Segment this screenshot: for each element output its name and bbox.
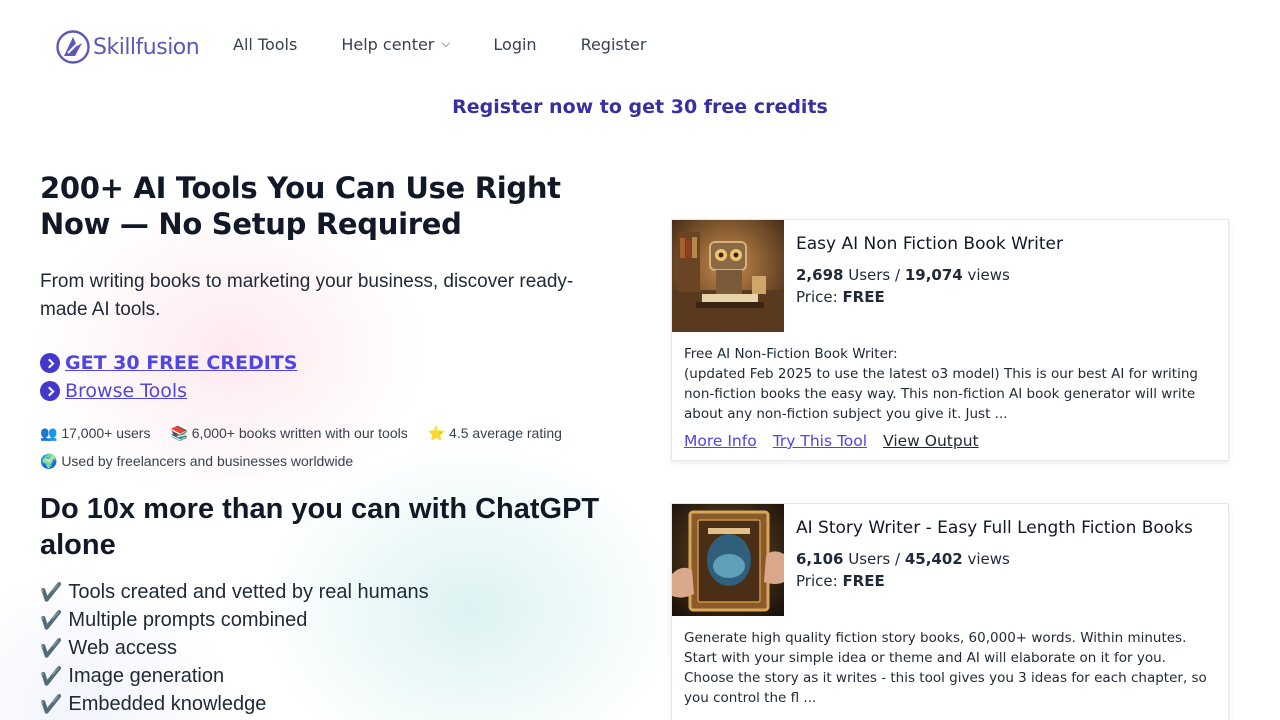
browse-tools-link[interactable]: Browse Tools xyxy=(65,380,187,402)
tool-price-value: FREE xyxy=(842,288,885,306)
nav-login[interactable]: Login xyxy=(493,35,536,54)
feature-item: ✔️ Image generation xyxy=(40,662,620,690)
nav-help-center-label: Help center xyxy=(341,35,435,54)
tool-price: Price: FREE xyxy=(796,572,1193,590)
view-output-link[interactable]: View Output xyxy=(883,432,979,450)
checkmark-icon: ✔️ xyxy=(40,638,63,658)
tool-card-info: AI Story Writer - Easy Full Length Ficti… xyxy=(784,504,1193,616)
logo-text: Skillfusion xyxy=(93,34,200,60)
stat-worldwide: 🌍 Used by freelancers and businesses wor… xyxy=(40,452,354,469)
nav-help-center[interactable]: Help center xyxy=(341,35,451,54)
tool-price-value: FREE xyxy=(842,572,885,590)
tool-card-header: Easy AI Non Fiction Book Writer 2,698 Us… xyxy=(672,220,1228,332)
checkmark-icon: ✔️ xyxy=(40,582,63,602)
nav-all-tools[interactable]: All Tools xyxy=(233,35,297,54)
tool-card: AI Story Writer - Easy Full Length Ficti… xyxy=(671,503,1229,720)
chevron-right-circle-icon xyxy=(40,381,60,401)
feature-item: ✔️ Multiple prompts combined xyxy=(40,606,620,634)
stat-users: 👥 17,000+ users xyxy=(40,424,151,441)
cta-row-browse: Browse Tools xyxy=(40,377,620,405)
stats-block: 👥 17,000+ users 📚 6,000+ books written w… xyxy=(40,419,620,475)
tool-title-link[interactable]: AI Story Writer - Easy Full Length Ficti… xyxy=(796,518,1193,538)
tool-description-line: (updated Feb 2025 to use the latest o3 m… xyxy=(684,366,1198,422)
robot-writer-thumbnail[interactable] xyxy=(672,220,784,332)
feature-text: Multiple prompts combined xyxy=(68,609,308,631)
stat-rating: ⭐ 4.5 average rating xyxy=(427,424,562,441)
checkmark-icon: ✔️ xyxy=(40,666,63,686)
logo-link[interactable]: Skillfusion xyxy=(55,29,200,65)
tool-usage-stats: 2,698 Users / 19,074 views xyxy=(796,266,1063,284)
feature-text: Tools created and vetted by real humans xyxy=(68,581,429,603)
hero-section: 200+ AI Tools You Can Use Right Now — No… xyxy=(40,170,620,718)
tool-users-count: 6,106 xyxy=(796,550,844,568)
checkmark-icon: ✔️ xyxy=(40,694,63,714)
tool-description: Generate high quality fiction story book… xyxy=(672,616,1228,708)
stats-row: 👥 17,000+ users 📚 6,000+ books written w… xyxy=(40,419,620,447)
feature-list: ✔️ Tools created and vetted by real human… xyxy=(40,578,620,718)
tool-title-link[interactable]: Easy AI Non Fiction Book Writer xyxy=(796,234,1063,254)
chevron-down-icon xyxy=(442,38,451,48)
feature-text: Image generation xyxy=(68,665,225,687)
site-header: Skillfusion All Tools Help center Login … xyxy=(0,0,1280,92)
register-banner-link[interactable]: Register now to get 30 free credits xyxy=(0,96,1280,118)
storybook-thumbnail[interactable] xyxy=(672,504,784,616)
more-info-link[interactable]: More Info xyxy=(684,432,757,450)
feature-item: ✔️ Tools created and vetted by real human… xyxy=(40,578,620,606)
skillfusion-logo-icon xyxy=(56,30,90,64)
cta-list: GET 30 FREE CREDITS Browse Tools xyxy=(40,349,620,405)
tool-usage-stats: 6,106 Users / 45,402 views xyxy=(796,550,1193,568)
stat-books: 📚 6,000+ books written with our tools xyxy=(170,424,408,441)
tool-views-count: 19,074 xyxy=(904,266,963,284)
tool-price-label: Price: xyxy=(796,288,838,306)
tool-price: Price: FREE xyxy=(796,288,1063,306)
tool-views-label: views xyxy=(967,266,1010,284)
hero-title: 200+ AI Tools You Can Use Right Now — No… xyxy=(40,171,561,241)
cta-row-credits: GET 30 FREE CREDITS xyxy=(40,349,620,377)
feature-text: Embedded knowledge xyxy=(68,693,267,715)
tool-card-header: AI Story Writer - Easy Full Length Ficti… xyxy=(672,504,1228,616)
nav-register[interactable]: Register xyxy=(581,35,647,54)
tool-description: Free AI Non-Fiction Book Writer: (update… xyxy=(672,332,1228,424)
try-tool-link[interactable]: Try This Tool xyxy=(773,432,867,450)
tool-views-count: 45,402 xyxy=(904,550,963,568)
stats-row-2: 🌍 Used by freelancers and businesses wor… xyxy=(40,447,620,475)
tool-users-count: 2,698 xyxy=(796,266,844,284)
tool-description-line: Free AI Non-Fiction Book Writer: xyxy=(684,346,898,362)
section-heading: Do 10x more than you can with ChatGPT al… xyxy=(40,493,600,561)
tool-users-label: Users / xyxy=(848,550,901,568)
tool-price-label: Price: xyxy=(796,572,838,590)
tool-views-label: views xyxy=(967,550,1010,568)
feature-text: Web access xyxy=(68,637,177,659)
tool-card-actions: More Info Try This Tool View Output xyxy=(672,424,1228,454)
get-free-credits-link[interactable]: GET 30 FREE CREDITS xyxy=(65,352,297,374)
checkmark-icon: ✔️ xyxy=(40,610,63,630)
main-nav: All Tools Help center Login Register xyxy=(233,35,690,54)
feature-item: ✔️ Embedded knowledge xyxy=(40,690,620,718)
tool-card: Easy AI Non Fiction Book Writer 2,698 Us… xyxy=(671,219,1229,461)
tool-card-info: Easy AI Non Fiction Book Writer 2,698 Us… xyxy=(784,220,1063,332)
hero-subtitle: From writing books to marketing your bus… xyxy=(40,271,574,320)
tool-description-line: Generate high quality fiction story book… xyxy=(684,630,1207,706)
tool-users-label: Users / xyxy=(848,266,901,284)
feature-item: ✔️ Web access xyxy=(40,634,620,662)
chevron-right-circle-icon xyxy=(40,353,60,373)
